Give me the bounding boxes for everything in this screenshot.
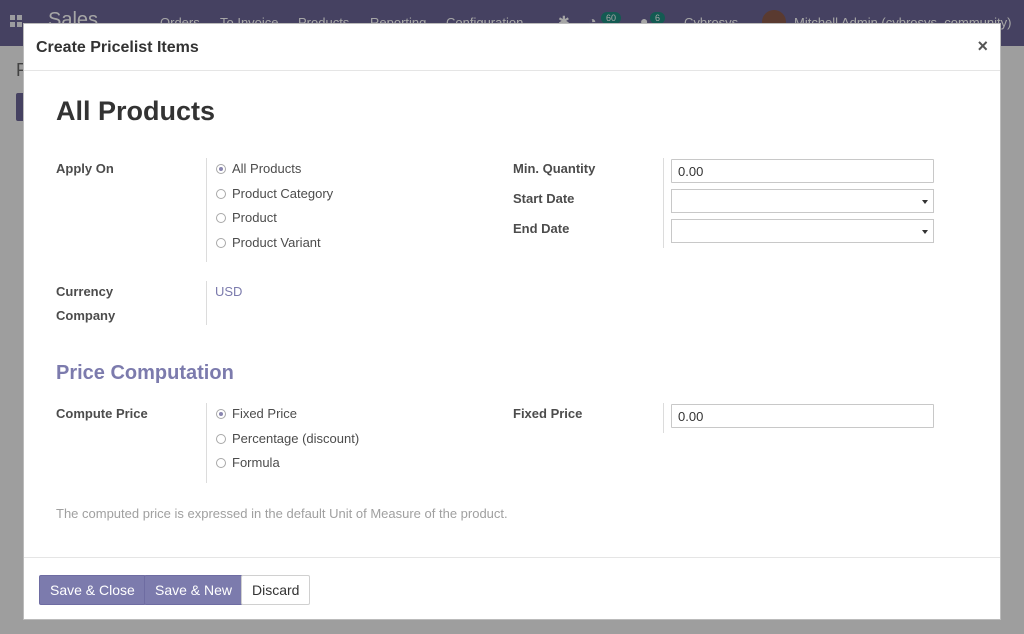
radio-unchecked-icon	[216, 237, 226, 248]
discard-button[interactable]: Discard	[241, 575, 311, 605]
modal-header: Create Pricelist Items ×	[24, 24, 1000, 71]
field-divider	[206, 158, 207, 262]
field-divider	[663, 403, 664, 433]
fixed-price-input[interactable]	[671, 404, 934, 428]
radio-label: Product	[232, 210, 277, 225]
modal-title: Create Pricelist Items	[36, 39, 199, 56]
radio-label: All Products	[232, 161, 302, 176]
radio-unchecked-icon	[216, 188, 226, 199]
radio-label: Product Category	[232, 186, 334, 201]
radio-label: Fixed Price	[232, 406, 298, 421]
field-divider	[663, 158, 664, 248]
chevron-down-icon	[922, 200, 928, 204]
help-text: The computed price is expressed in the d…	[56, 506, 508, 521]
create-pricelist-items-dialog: Create Pricelist Items × All Products Ap…	[23, 23, 1001, 620]
compute-price-label: Compute Price	[56, 406, 148, 421]
radio-unchecked-icon	[216, 433, 226, 444]
end-date-input[interactable]	[671, 219, 934, 243]
chevron-down-icon	[922, 230, 928, 234]
radio-fixed-price[interactable]: Fixed Price	[216, 406, 297, 421]
radio-label: Formula	[232, 455, 280, 470]
fixed-price-label: Fixed Price	[513, 406, 583, 421]
close-icon[interactable]: ×	[977, 36, 988, 57]
radio-percentage-discount[interactable]: Percentage (discount)	[216, 431, 359, 446]
field-divider	[206, 403, 207, 483]
radio-label: Product Variant	[232, 235, 321, 250]
save-close-button[interactable]: Save & Close	[39, 575, 146, 605]
radio-checked-icon	[216, 163, 226, 174]
currency-label: Currency	[56, 284, 114, 299]
radio-unchecked-icon	[216, 212, 226, 223]
apply-on-label: Apply On	[56, 161, 114, 176]
radio-product-category[interactable]: Product Category	[216, 186, 333, 201]
radio-label: Percentage (discount)	[232, 431, 360, 446]
radio-product-variant[interactable]: Product Variant	[216, 235, 321, 250]
min-quantity-label: Min. Quantity	[513, 161, 596, 176]
record-title: All Products	[56, 96, 216, 126]
modal-footer: Save & Close Save & New Discard	[24, 557, 1000, 619]
start-date-label: Start Date	[513, 191, 575, 206]
start-date-input[interactable]	[671, 189, 934, 213]
field-divider	[206, 281, 207, 325]
currency-value[interactable]: USD	[215, 284, 242, 299]
section-title: Price Computation	[56, 362, 234, 384]
radio-all-products[interactable]: All Products	[216, 161, 301, 176]
min-quantity-input[interactable]	[671, 159, 934, 183]
company-label: Company	[56, 308, 116, 323]
end-date-label: End Date	[513, 221, 570, 236]
radio-product[interactable]: Product	[216, 210, 277, 225]
radio-checked-icon	[216, 408, 226, 419]
radio-unchecked-icon	[216, 457, 226, 468]
save-new-button[interactable]: Save & New	[144, 575, 244, 605]
radio-formula[interactable]: Formula	[216, 455, 280, 470]
